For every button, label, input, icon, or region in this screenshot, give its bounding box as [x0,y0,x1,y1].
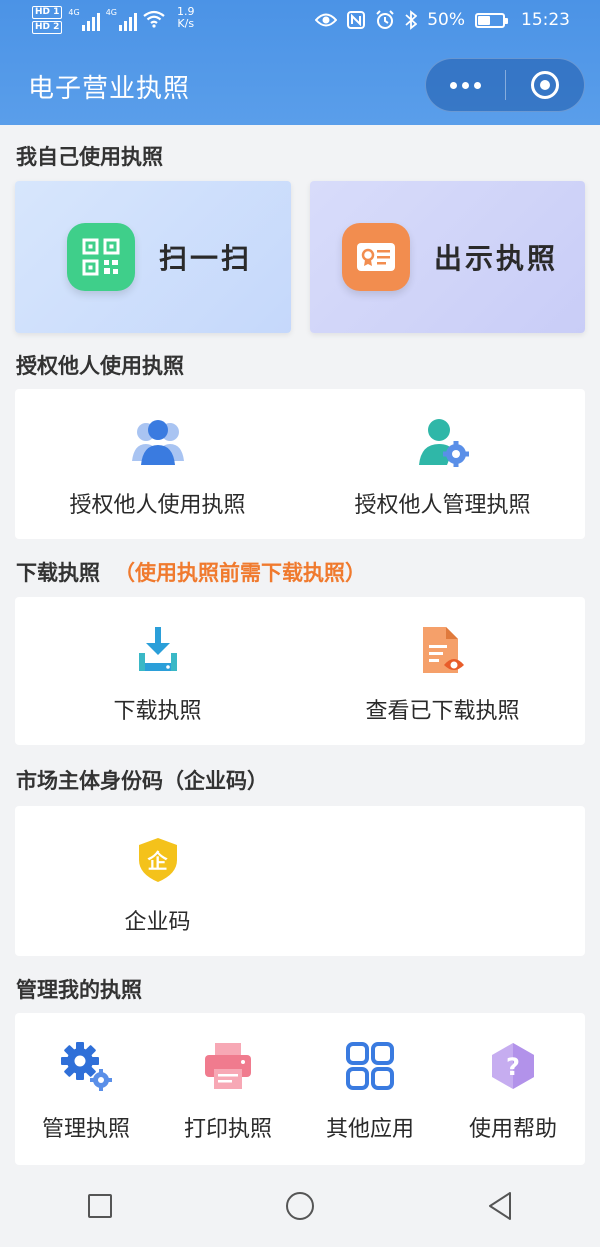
authorize-use-label: 授权他人使用执照 [69,493,246,518]
download-icon [138,627,177,671]
gear-icon [61,1042,112,1091]
speed-unit: K/s [177,17,195,30]
users-icon [131,420,184,465]
manage-license-label: 管理执照 [41,1117,130,1142]
qr-code-icon [67,223,135,291]
wifi-icon [143,10,165,28]
print-license-label: 打印执照 [183,1117,272,1142]
document-view-icon [422,627,464,673]
target-icon [530,71,559,99]
authorize-card: 授权他人使用执照 授权他人管理执照 [15,389,585,539]
view-downloaded-label: 查看已下载执照 [365,699,520,724]
more-button[interactable] [426,58,505,112]
network-type-2: 4G [105,8,117,17]
network-type-1: 4G [68,8,80,17]
download-note: （使用执照前需下载执照） [114,561,366,585]
section-title-entity-code: 市场主体身份码（企业码） [16,769,268,793]
more-dots-icon [449,81,481,89]
triangle-back-icon [489,1192,511,1220]
back-button[interactable] [470,1176,530,1236]
download-card: 下载执照 查看已下载执照 [15,597,585,745]
enterprise-code-label: 企业码 [124,910,191,935]
download-title: 下载执照 [16,561,100,585]
square-icon [88,1194,112,1218]
manage-card: 管理执照 打印执照 其他应用 ? 使用帮助 [15,1013,585,1165]
help-button[interactable]: ? 使用帮助 [441,1041,585,1143]
home-button[interactable] [270,1176,330,1236]
status-left: HD 1 HD 2 4G 4G 1.9 K/s [32,6,195,34]
miniprogram-capsule [425,58,585,112]
battery-percent: 50% [427,10,465,30]
authorize-manage-label: 授权他人管理执照 [354,493,531,518]
other-apps-label: 其他应用 [325,1117,414,1142]
signal-icon-2: 4G [106,9,137,31]
help-icon: ? [488,1041,538,1091]
system-nav-bar [0,1165,600,1247]
alarm-icon [376,10,394,29]
svg-text:?: ? [506,1053,520,1081]
nfc-icon [347,11,366,29]
close-miniprogram-button[interactable] [506,58,585,112]
authorize-manage-button[interactable]: 授权他人管理执照 [300,417,585,519]
section-title-authorize: 授权他人使用执照 [16,354,184,378]
section-title-download: 下载执照 （使用执照前需下载执照） [16,557,366,587]
app-header: HD 1 HD 2 4G 4G 1.9 K/s 50% 15:23 电子营业执照 [0,0,600,125]
eye-icon [315,13,338,27]
download-license-label: 下载执照 [113,699,202,724]
show-license-label: 出示执照 [434,242,559,275]
status-right: 50% 15:23 [315,10,570,30]
clock: 15:23 [521,10,570,30]
badge-char: 企 [147,849,168,873]
recent-apps-button[interactable] [70,1176,130,1236]
section-title-self-use: 我自己使用执照 [16,145,163,169]
section-title-manage: 管理我的执照 [16,978,142,1002]
sim2-indicator: HD 2 [32,21,63,34]
scan-card[interactable]: 扫一扫 [15,181,291,333]
authorize-use-button[interactable]: 授权他人使用执照 [15,417,300,519]
manage-license-button[interactable]: 管理执照 [15,1041,157,1143]
help-label: 使用帮助 [468,1117,557,1142]
scan-label: 扫一扫 [159,242,253,275]
download-license-button[interactable]: 下载执照 [15,625,300,725]
sim1-indicator: HD 1 [32,6,63,19]
bluetooth-icon [405,10,418,30]
sim-indicators: HD 1 HD 2 [32,6,63,34]
network-speed: 1.9 K/s [177,6,195,30]
enterprise-code-button[interactable]: 企 企业码 [15,836,300,936]
signal-icon: 4G [68,8,100,31]
license-card-icon [342,223,410,291]
print-license-button[interactable]: 打印执照 [157,1041,299,1143]
other-apps-button[interactable]: 其他应用 [299,1041,441,1143]
shield-badge-icon: 企 [137,836,179,884]
circle-icon [286,1192,314,1220]
user-gear-icon [418,419,469,467]
battery-icon [475,12,508,28]
show-license-card[interactable]: 出示执照 [310,181,585,333]
status-bar: HD 1 HD 2 4G 4G 1.9 K/s 50% 15:23 [0,0,600,44]
view-downloaded-button[interactable]: 查看已下载执照 [300,625,585,725]
printer-icon [205,1043,251,1089]
page-title: 电子营业执照 [28,74,191,104]
entity-code-card: 企 企业码 [15,806,585,956]
grid-icon [346,1042,394,1090]
